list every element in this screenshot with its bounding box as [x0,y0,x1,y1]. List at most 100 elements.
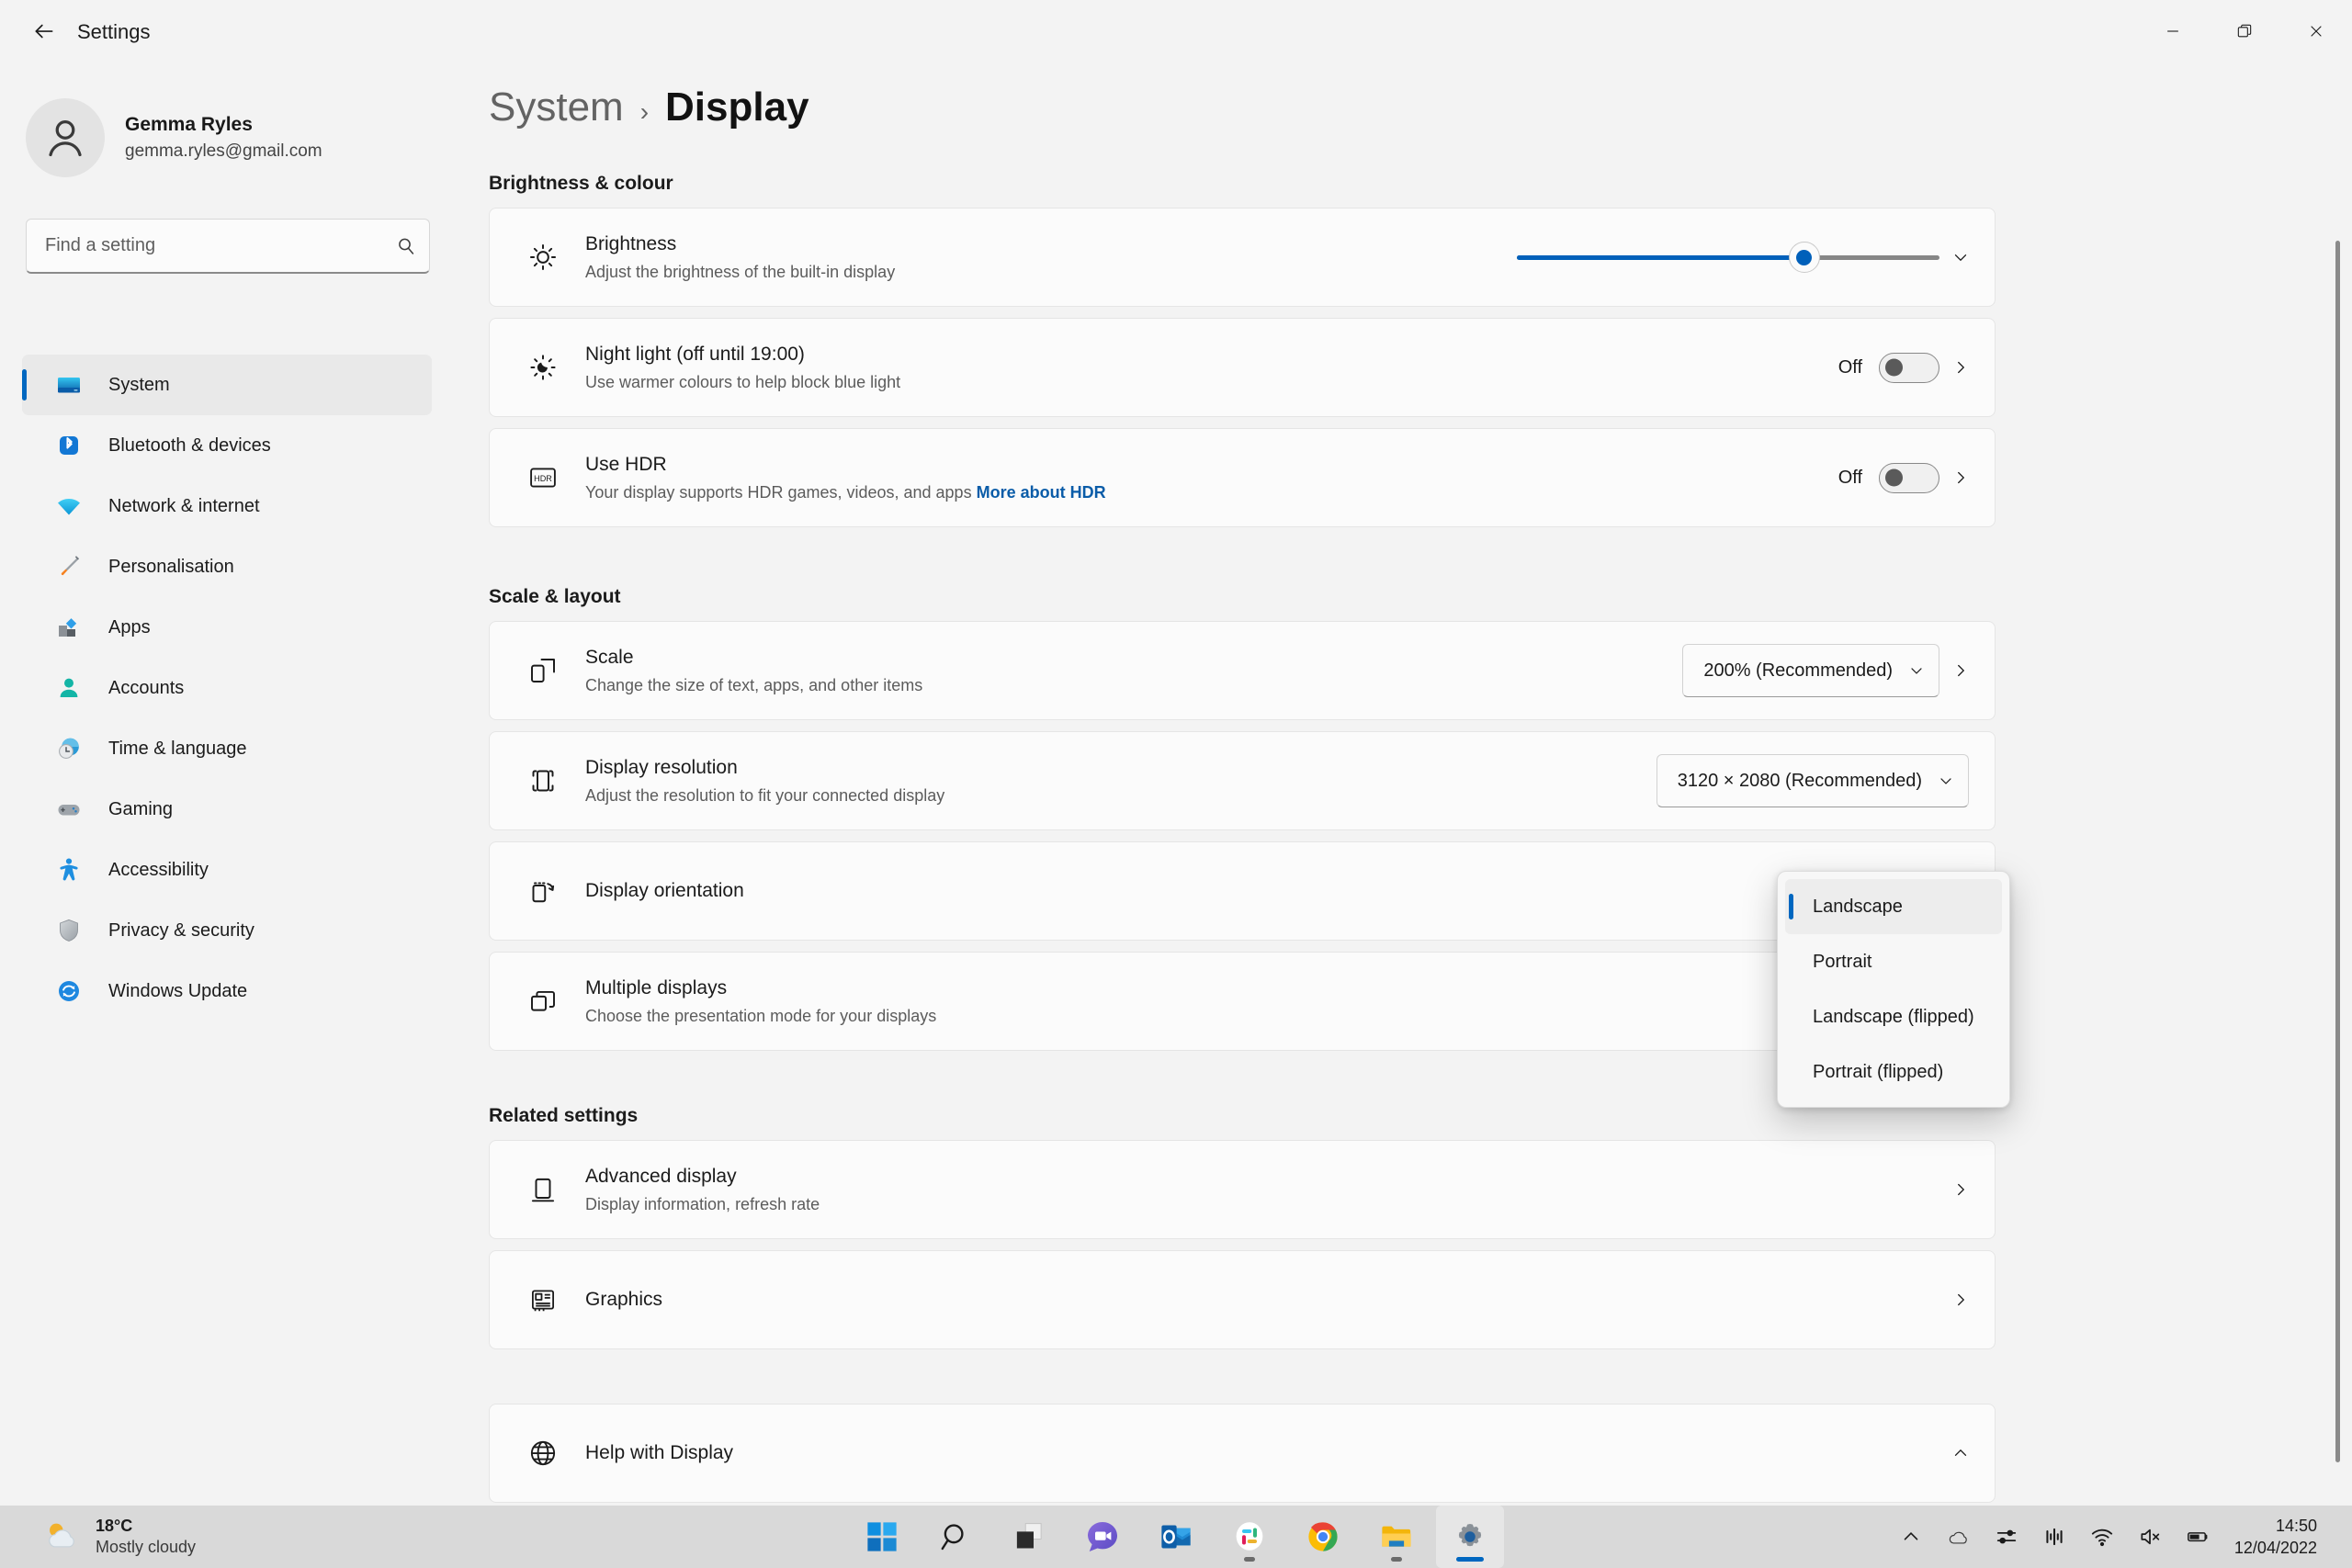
running-indicator [1391,1557,1402,1562]
use-hdr-title: Use HDR [585,453,667,475]
brightness-icon [521,241,565,274]
chevron-down-icon[interactable] [1939,247,1982,267]
file-explorer-button[interactable] [1363,1506,1430,1568]
night-light-title: Night light (off until 19:00) [585,343,805,365]
orientation-option-landscape[interactable]: Landscape [1785,879,2002,934]
brightness-slider-fill [1517,254,1804,260]
maximize-button[interactable] [2209,0,2280,62]
clock-widget[interactable]: 14:50 12/04/2022 [2222,1506,2334,1568]
wifi-icon[interactable] [2078,1506,2126,1568]
use-hdr-card[interactable]: HDR Use HDR Your display supports HDR ga… [489,428,1996,527]
accounts-icon [51,671,86,705]
brightness-slider[interactable] [1517,239,1939,276]
sidebar-item-network-internet[interactable]: Network & internet [22,476,432,536]
sidebar-item-system[interactable]: System [22,355,432,415]
chrome-button[interactable] [1289,1506,1357,1568]
more-about-hdr-link[interactable]: More about HDR [977,483,1106,502]
system-tray: 14:50 12/04/2022 [1887,1506,2334,1568]
bluetooth-icon [51,428,86,463]
brightness-slider-thumb[interactable] [1788,242,1820,273]
equalizer-icon[interactable] [2030,1506,2078,1568]
orientation-option-portrait-flipped[interactable]: Portrait (flipped) [1785,1044,2002,1100]
apps-icon [51,610,86,645]
sidebar-item-gaming[interactable]: Gaming [22,779,432,840]
chevron-down-icon [1907,661,1926,680]
search-icon [383,235,429,257]
display-resolution-title: Display resolution [585,756,738,778]
sidebar-item-label: Gaming [108,798,174,819]
section-title-scale-layout: Scale & layout [489,586,621,607]
advanced-display-card[interactable]: Advanced display Display information, re… [489,1140,1996,1239]
clock-time: 14:50 [2275,1516,2317,1535]
avatar [26,98,105,177]
help-globe-icon [521,1437,565,1470]
sidebar-item-windows-update[interactable]: Windows Update [22,961,432,1021]
back-button[interactable] [20,11,68,51]
search-input[interactable] [27,235,383,256]
display-orientation-dropdown-menu[interactable]: Landscape Portrait Landscape (flipped) P… [1777,871,2010,1108]
sidebar-item-label: Bluetooth & devices [108,434,271,456]
sidebar-item-accessibility[interactable]: Accessibility [22,840,432,900]
display-resolution-dropdown[interactable]: 3120 × 2080 (Recommended) [1656,754,1969,807]
scrollbar-thumb[interactable] [2335,241,2340,1462]
sidebar-item-apps[interactable]: Apps [22,597,432,658]
teams-button[interactable] [1069,1506,1136,1568]
chevron-right-icon[interactable] [1939,1290,1982,1310]
section-title-brightness-colour: Brightness & colour [489,173,673,194]
shield-icon [51,913,86,948]
chevron-right-icon[interactable] [1939,1179,1982,1200]
weather-condition: Mostly cloudy [96,1538,197,1556]
start-button[interactable] [848,1506,916,1568]
sidebar-item-accounts[interactable]: Accounts [22,658,432,718]
multiple-displays-card[interactable]: Multiple displays Choose the presentatio… [489,952,1996,1051]
use-hdr-subtitle: Your display supports HDR games, videos,… [585,481,1838,504]
hdr-icon: HDR [521,461,565,494]
search-box[interactable] [26,219,430,274]
search-button[interactable] [922,1506,989,1568]
sidebar-item-time-language[interactable]: Time & language [22,718,432,779]
close-button[interactable] [2280,0,2352,62]
account-tile[interactable]: Gemma Ryles gemma.ryles@gmail.com [26,88,430,187]
settings-sliders-icon[interactable] [1983,1506,2030,1568]
sidebar-item-label: Accessibility [108,859,209,880]
chevron-right-icon[interactable] [1939,468,1982,488]
chevron-right-icon[interactable] [1939,357,1982,378]
svg-text:HDR: HDR [534,474,552,483]
display-orientation-title: Display orientation [585,880,744,902]
sidebar-item-bluetooth-devices[interactable]: Bluetooth & devices [22,415,432,476]
night-light-toggle[interactable] [1879,352,1939,383]
scale-dropdown[interactable]: 200% (Recommended) [1682,644,1939,697]
weather-widget[interactable]: 18°C Mostly cloudy [26,1506,210,1568]
chevron-up-icon[interactable] [1939,1443,1982,1463]
chevron-right-icon[interactable] [1939,660,1982,681]
account-email: gemma.ryles@gmail.com [125,141,322,162]
settings-button[interactable] [1436,1506,1504,1568]
scale-card[interactable]: Scale Change the size of text, apps, and… [489,621,1996,720]
orientation-option-landscape-flipped[interactable]: Landscape (flipped) [1785,989,2002,1044]
chevron-down-icon [1937,772,1955,790]
use-hdr-toggle[interactable] [1879,462,1939,493]
brightness-card: Brightness Adjust the brightness of the … [489,208,1996,307]
help-with-display-card[interactable]: Help with Display [489,1404,1996,1503]
minimize-button[interactable] [2137,0,2209,62]
brightness-title: Brightness [585,232,677,254]
graphics-title: Graphics [585,1289,663,1311]
breadcrumb-parent[interactable]: System [489,85,624,130]
onedrive-icon[interactable] [1935,1506,1983,1568]
multiple-displays-title: Multiple displays [585,976,728,998]
battery-icon[interactable] [2174,1506,2222,1568]
show-hidden-icons-button[interactable] [1887,1506,1935,1568]
advanced-display-icon [521,1173,565,1206]
sidebar-item-personalisation[interactable]: Personalisation [22,536,432,597]
orientation-option-portrait[interactable]: Portrait [1785,934,2002,989]
task-view-button[interactable] [995,1506,1063,1568]
volume-muted-icon[interactable] [2126,1506,2174,1568]
content-scrollbar[interactable] [2334,200,2341,1506]
weather-temperature: 18°C [96,1516,133,1535]
outlook-button[interactable] [1142,1506,1210,1568]
night-light-card[interactable]: Night light (off until 19:00) Use warmer… [489,318,1996,417]
graphics-card[interactable]: Graphics [489,1250,1996,1349]
sidebar-item-privacy-security[interactable]: Privacy & security [22,900,432,961]
display-resolution-subtitle: Adjust the resolution to fit your connec… [585,786,945,806]
slack-button[interactable] [1216,1506,1283,1568]
